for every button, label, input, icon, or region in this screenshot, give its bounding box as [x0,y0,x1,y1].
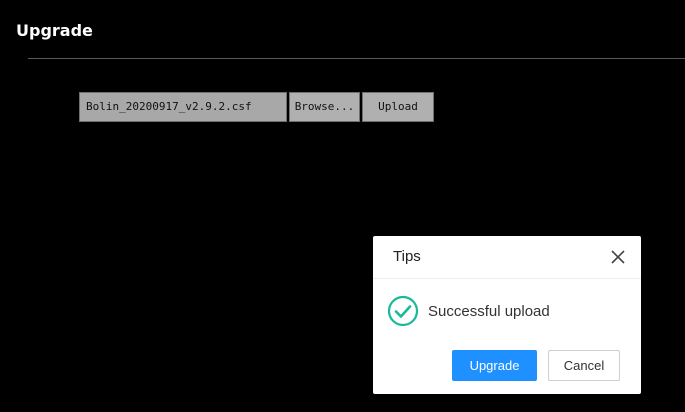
dialog-message: Successful upload [428,302,550,320]
page-title: Upgrade [16,21,93,40]
check-circle-icon [387,295,419,327]
cancel-button[interactable]: Cancel [548,350,620,381]
browse-button[interactable]: Browse... [289,92,360,122]
dialog-body: Successful upload [387,294,550,328]
dialog-title: Tips [393,248,421,265]
header-divider [28,58,685,59]
close-icon[interactable] [611,249,625,264]
dialog-header: Tips [373,236,641,279]
dialog-footer: Upgrade Cancel [452,350,620,381]
tips-dialog: Tips Successful upload Upgrade Cancel [373,236,641,394]
upload-button[interactable]: Upload [362,92,434,122]
file-upload-row: Bolin_20200917_v2.9.2.csf Browse... Uplo… [79,92,434,122]
file-name-field[interactable]: Bolin_20200917_v2.9.2.csf [79,92,287,122]
upgrade-button[interactable]: Upgrade [452,350,537,381]
